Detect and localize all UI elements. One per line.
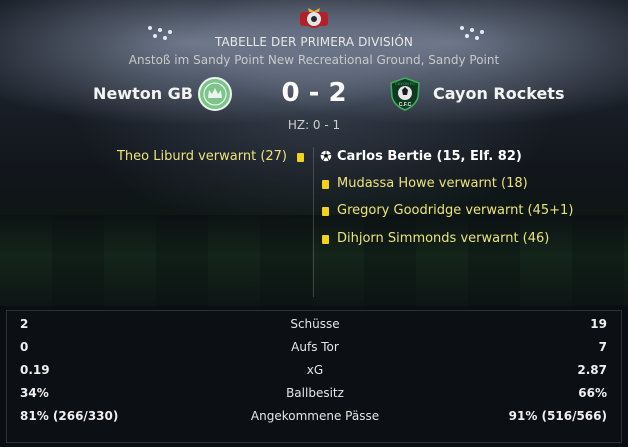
home-event-item: Theo Liburd verwarnt (27) [116, 149, 287, 164]
away-team-crest-icon[interactable]: CAYON FC C.F.C [388, 77, 422, 111]
yellow-card-icon [322, 207, 329, 216]
yellow-card-icon [297, 153, 304, 162]
stat-label: Ballbesitz [286, 386, 344, 400]
yellow-card-icon [322, 180, 329, 189]
away-event-item: Dihjorn Simmonds verwarnt (46) [337, 231, 550, 246]
away-event-goal: Carlos Bertie (15, Elf. 82) [337, 149, 522, 164]
yellow-card-icon [322, 235, 329, 244]
pitch-background [0, 215, 628, 306]
goal-ball-icon [320, 150, 332, 162]
stat-away-value: 66% [578, 386, 607, 400]
away-crest-text: CAYON FC [395, 81, 415, 86]
away-team-name[interactable]: Cayon Rockets [433, 84, 564, 103]
stat-row-possession: 34% Ballbesitz 66% [7, 383, 623, 405]
half-time-score: HZ: 0 - 1 [287, 118, 341, 132]
stat-row-shots: 2 Schüsse 19 [7, 314, 623, 336]
stat-label: Aufs Tor [291, 340, 339, 354]
events-divider [313, 147, 314, 297]
stat-away-value: 7 [598, 340, 607, 354]
stat-row-passes: 81% (266/330) Angekommene Pässe 91% (516… [7, 406, 623, 428]
stat-row-on-target: 0 Aufs Tor 7 [7, 337, 623, 359]
svg-text:C.F.C: C.F.C [399, 102, 412, 108]
stat-label: xG [306, 363, 324, 377]
stat-away-value: 91% (516/566) [508, 409, 607, 423]
away-event-item: Mudassa Howe verwarnt (18) [337, 176, 528, 191]
stat-away-value: 2.87 [577, 363, 607, 377]
stat-away-value: 19 [590, 317, 607, 331]
stat-row-xg: 0.19 xG 2.87 [7, 360, 623, 382]
away-event-item: Gregory Goodridge verwarnt (45+1) [337, 203, 574, 218]
competition-title: TABELLE DER PRIMERA DIVISIÓN [215, 35, 413, 49]
venue-text: Anstoß im Sandy Point New Recreational G… [128, 53, 500, 67]
competition-logo-icon [300, 8, 328, 28]
stat-label: Schüsse [290, 317, 340, 331]
match-stats-panel: 2 Schüsse 19 0 Aufs Tor 7 0.19 xG 2.87 3… [6, 310, 622, 443]
